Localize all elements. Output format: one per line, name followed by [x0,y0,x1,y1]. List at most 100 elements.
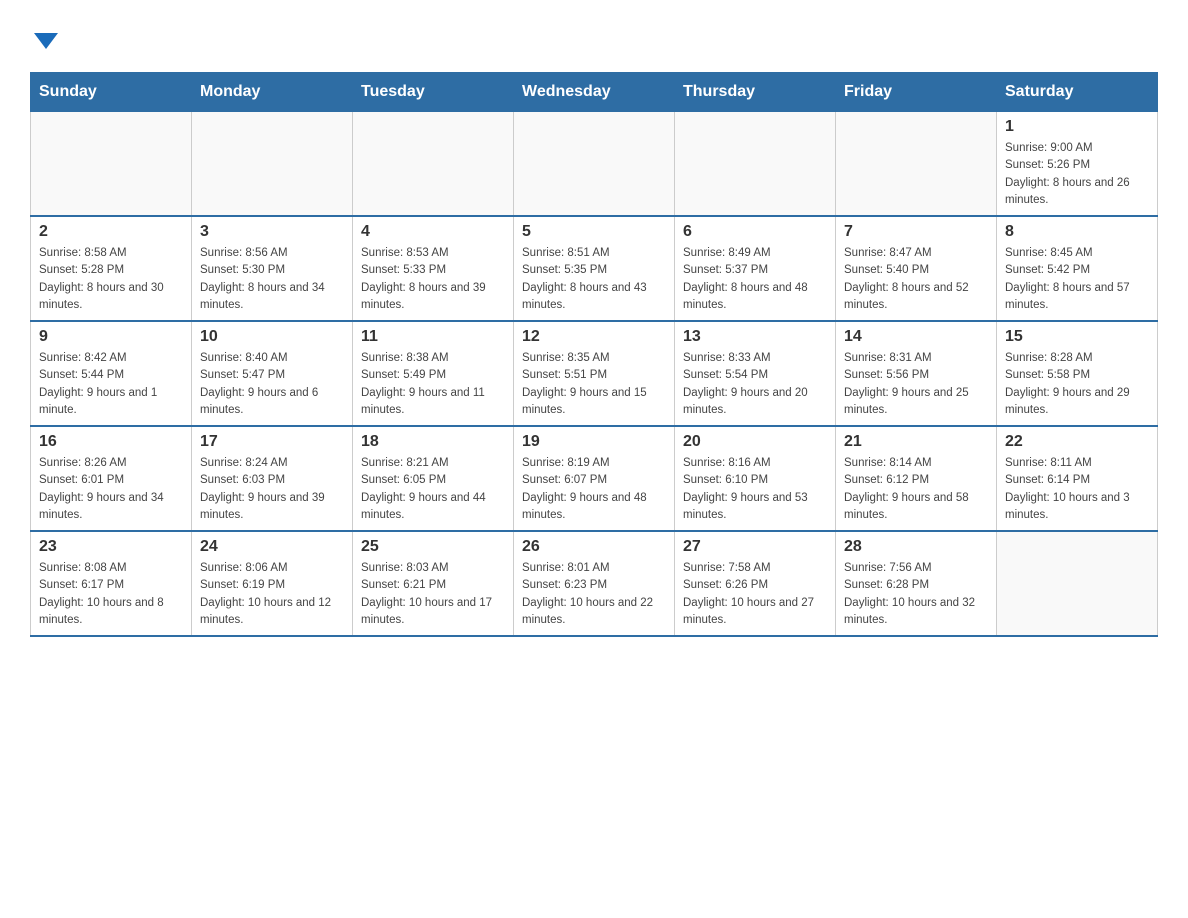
calendar-week-row: 9 Sunrise: 8:42 AMSunset: 5:44 PMDaylight… [31,321,1158,426]
day-number: 16 [39,433,183,451]
day-info: Sunrise: 8:08 AMSunset: 6:17 PMDaylight:… [39,560,183,629]
day-info: Sunrise: 8:42 AMSunset: 5:44 PMDaylight:… [39,350,183,419]
day-number: 2 [39,223,183,241]
calendar-cell: 21 Sunrise: 8:14 AMSunset: 6:12 PMDayligh… [836,426,997,531]
day-number: 5 [522,223,666,241]
calendar-week-row: 2 Sunrise: 8:58 AMSunset: 5:28 PMDaylight… [31,216,1158,321]
calendar-cell: 12 Sunrise: 8:35 AMSunset: 5:51 PMDayligh… [514,321,675,426]
day-info: Sunrise: 8:19 AMSunset: 6:07 PMDaylight:… [522,455,666,524]
day-info: Sunrise: 8:14 AMSunset: 6:12 PMDaylight:… [844,455,988,524]
day-number: 21 [844,433,988,451]
calendar-cell: 10 Sunrise: 8:40 AMSunset: 5:47 PMDayligh… [192,321,353,426]
calendar-cell: 26 Sunrise: 8:01 AMSunset: 6:23 PMDayligh… [514,531,675,636]
day-info: Sunrise: 8:45 AMSunset: 5:42 PMDaylight:… [1005,245,1149,314]
weekday-header-sunday: Sunday [31,73,192,112]
calendar-cell [31,112,192,217]
weekday-header-row: SundayMondayTuesdayWednesdayThursdayFrid… [31,73,1158,112]
day-number: 11 [361,328,505,346]
day-info: Sunrise: 8:51 AMSunset: 5:35 PMDaylight:… [522,245,666,314]
weekday-header-saturday: Saturday [997,73,1158,112]
day-number: 1 [1005,118,1149,136]
day-number: 27 [683,538,827,556]
calendar-cell [675,112,836,217]
day-info: Sunrise: 9:00 AMSunset: 5:26 PMDaylight:… [1005,140,1149,209]
day-number: 25 [361,538,505,556]
day-info: Sunrise: 7:58 AMSunset: 6:26 PMDaylight:… [683,560,827,629]
calendar-week-row: 1 Sunrise: 9:00 AMSunset: 5:26 PMDaylight… [31,112,1158,217]
day-info: Sunrise: 8:03 AMSunset: 6:21 PMDaylight:… [361,560,505,629]
day-info: Sunrise: 8:01 AMSunset: 6:23 PMDaylight:… [522,560,666,629]
day-number: 24 [200,538,344,556]
calendar-cell: 4 Sunrise: 8:53 AMSunset: 5:33 PMDaylight… [353,216,514,321]
day-number: 15 [1005,328,1149,346]
calendar-cell: 13 Sunrise: 8:33 AMSunset: 5:54 PMDayligh… [675,321,836,426]
logo [30,20,60,52]
day-info: Sunrise: 8:58 AMSunset: 5:28 PMDaylight:… [39,245,183,314]
day-number: 7 [844,223,988,241]
calendar-cell: 9 Sunrise: 8:42 AMSunset: 5:44 PMDaylight… [31,321,192,426]
calendar-cell: 28Sunrise: 7:56 AMSunset: 6:28 PMDayligh… [836,531,997,636]
weekday-header-friday: Friday [836,73,997,112]
calendar-cell: 7 Sunrise: 8:47 AMSunset: 5:40 PMDaylight… [836,216,997,321]
calendar-cell: 23 Sunrise: 8:08 AMSunset: 6:17 PMDayligh… [31,531,192,636]
weekday-header-thursday: Thursday [675,73,836,112]
calendar-cell: 20 Sunrise: 8:16 AMSunset: 6:10 PMDayligh… [675,426,836,531]
calendar-cell: 15 Sunrise: 8:28 AMSunset: 5:58 PMDayligh… [997,321,1158,426]
day-number: 22 [1005,433,1149,451]
calendar-cell: 27 Sunrise: 7:58 AMSunset: 6:26 PMDayligh… [675,531,836,636]
day-info: Sunrise: 8:26 AMSunset: 6:01 PMDaylight:… [39,455,183,524]
weekday-header-wednesday: Wednesday [514,73,675,112]
day-number: 10 [200,328,344,346]
day-number: 14 [844,328,988,346]
day-number: 18 [361,433,505,451]
calendar-cell: 6 Sunrise: 8:49 AMSunset: 5:37 PMDaylight… [675,216,836,321]
calendar-week-row: 16 Sunrise: 8:26 AMSunset: 6:01 PMDayligh… [31,426,1158,531]
day-info: Sunrise: 8:28 AMSunset: 5:58 PMDaylight:… [1005,350,1149,419]
calendar-cell [353,112,514,217]
day-info: Sunrise: 8:38 AMSunset: 5:49 PMDaylight:… [361,350,505,419]
calendar-cell: 2 Sunrise: 8:58 AMSunset: 5:28 PMDaylight… [31,216,192,321]
day-number: 26 [522,538,666,556]
day-number: 3 [200,223,344,241]
day-info: Sunrise: 8:47 AMSunset: 5:40 PMDaylight:… [844,245,988,314]
day-info: Sunrise: 8:24 AMSunset: 6:03 PMDaylight:… [200,455,344,524]
calendar-cell [997,531,1158,636]
calendar-cell: 5 Sunrise: 8:51 AMSunset: 5:35 PMDaylight… [514,216,675,321]
day-info: Sunrise: 8:16 AMSunset: 6:10 PMDaylight:… [683,455,827,524]
calendar-cell: 8Sunrise: 8:45 AMSunset: 5:42 PMDaylight… [997,216,1158,321]
calendar-cell [192,112,353,217]
weekday-header-monday: Monday [192,73,353,112]
day-number: 4 [361,223,505,241]
calendar-cell: 22Sunrise: 8:11 AMSunset: 6:14 PMDayligh… [997,426,1158,531]
calendar-cell: 17 Sunrise: 8:24 AMSunset: 6:03 PMDayligh… [192,426,353,531]
day-info: Sunrise: 8:35 AMSunset: 5:51 PMDaylight:… [522,350,666,419]
calendar-table: SundayMondayTuesdayWednesdayThursdayFrid… [30,72,1158,637]
day-number: 20 [683,433,827,451]
day-number: 28 [844,538,988,556]
calendar-cell: 25 Sunrise: 8:03 AMSunset: 6:21 PMDayligh… [353,531,514,636]
day-number: 23 [39,538,183,556]
day-info: Sunrise: 8:49 AMSunset: 5:37 PMDaylight:… [683,245,827,314]
day-number: 6 [683,223,827,241]
calendar-cell: 1 Sunrise: 9:00 AMSunset: 5:26 PMDaylight… [997,112,1158,217]
day-info: Sunrise: 8:21 AMSunset: 6:05 PMDaylight:… [361,455,505,524]
day-number: 19 [522,433,666,451]
weekday-header-tuesday: Tuesday [353,73,514,112]
calendar-cell: 18 Sunrise: 8:21 AMSunset: 6:05 PMDayligh… [353,426,514,531]
calendar-cell: 11 Sunrise: 8:38 AMSunset: 5:49 PMDayligh… [353,321,514,426]
calendar-cell: 3 Sunrise: 8:56 AMSunset: 5:30 PMDaylight… [192,216,353,321]
day-number: 12 [522,328,666,346]
calendar-cell: 24Sunrise: 8:06 AMSunset: 6:19 PMDayligh… [192,531,353,636]
day-number: 17 [200,433,344,451]
logo-triangle-icon [32,31,60,51]
day-number: 13 [683,328,827,346]
calendar-week-row: 23 Sunrise: 8:08 AMSunset: 6:17 PMDayligh… [31,531,1158,636]
day-info: Sunrise: 8:56 AMSunset: 5:30 PMDaylight:… [200,245,344,314]
day-info: Sunrise: 8:53 AMSunset: 5:33 PMDaylight:… [361,245,505,314]
calendar-cell [514,112,675,217]
page-header [30,20,1158,52]
day-number: 9 [39,328,183,346]
day-info: Sunrise: 8:33 AMSunset: 5:54 PMDaylight:… [683,350,827,419]
calendar-cell: 14Sunrise: 8:31 AMSunset: 5:56 PMDayligh… [836,321,997,426]
day-info: Sunrise: 8:40 AMSunset: 5:47 PMDaylight:… [200,350,344,419]
